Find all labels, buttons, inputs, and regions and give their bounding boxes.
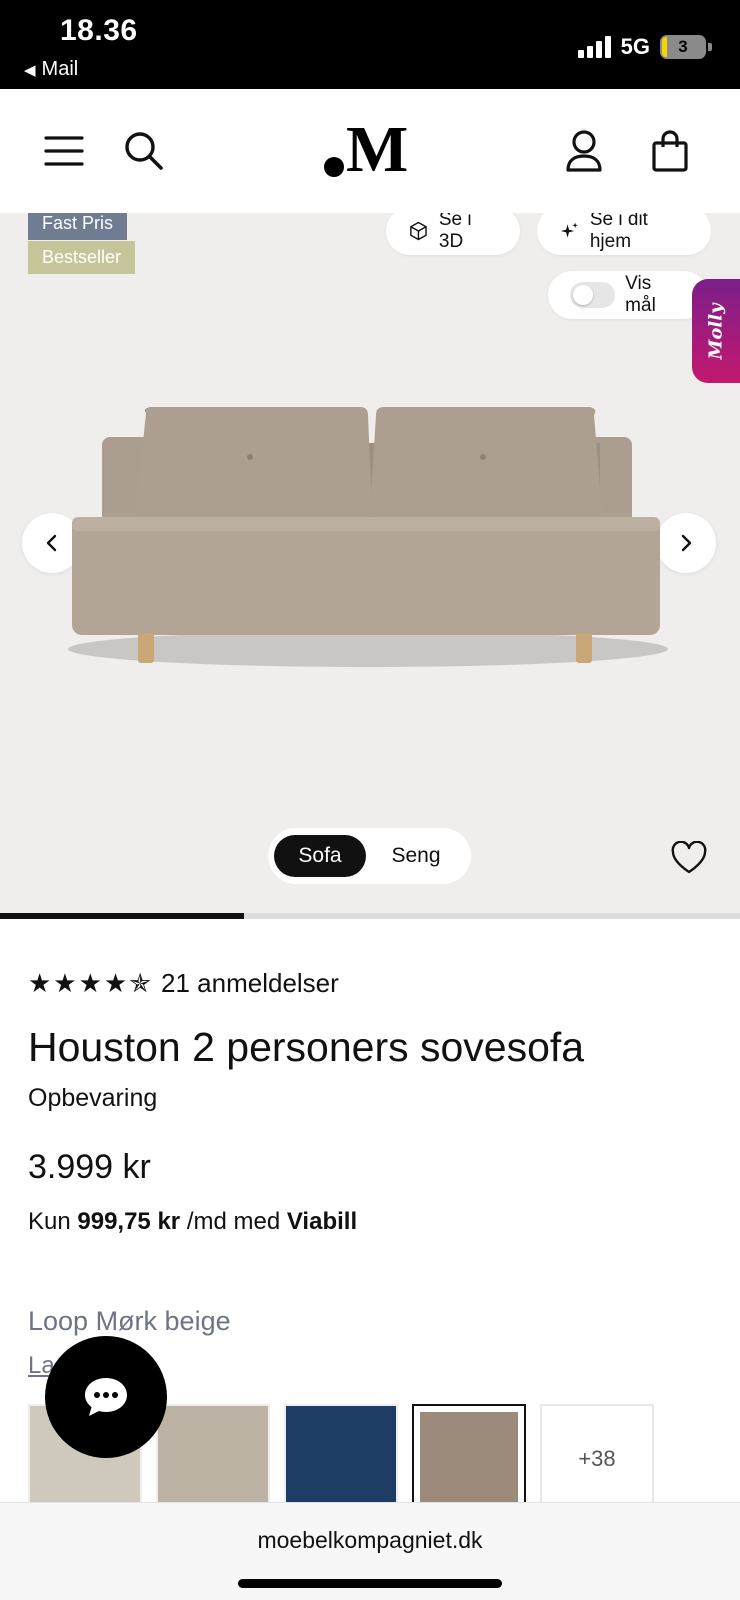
swatch-dark-beige-fill (420, 1412, 518, 1506)
battery-icon: 3 (660, 35, 706, 59)
shopping-bag-icon (652, 130, 688, 172)
segment-sofa[interactable]: Sofa (274, 835, 366, 877)
finance-provider: Viabill (286, 1208, 358, 1235)
segment-bed[interactable]: Seng (372, 835, 460, 877)
sparkle-icon (560, 222, 578, 238)
sofa-bed-view-switch[interactable]: Sofa Seng (268, 828, 471, 884)
product-rating[interactable]: ★★★★✯ 21 anmeldelser (28, 968, 339, 999)
badge-bestseller: Bestseller (28, 241, 136, 274)
swatch-navy-blue[interactable] (284, 1404, 398, 1514)
badge-fast-price: Fast Pris (28, 213, 128, 240)
back-to-mail-link[interactable]: ◀ Mail (24, 58, 78, 81)
show-dimensions-label: Vis mål (625, 273, 656, 316)
swatch-dark-beige-selected[interactable] (412, 1404, 526, 1514)
rating-stars-icon: ★★★★✯ (28, 968, 154, 998)
site-logo[interactable]: M (324, 117, 408, 183)
selected-fabric-name: Loop Mørk beige (28, 1306, 231, 1336)
battery-tip (708, 43, 712, 51)
view-3d-button[interactable]: Se i 3D (386, 213, 520, 255)
show-dimensions-toggle[interactable]: Vis mål (548, 271, 708, 319)
product-title: Houston 2 personers sovesofa (28, 1024, 585, 1070)
gallery-progress-fill (0, 913, 245, 919)
logo-dot (324, 157, 344, 177)
more-swatches-button[interactable]: +38 (540, 1404, 654, 1514)
product-image-sofa (68, 407, 668, 667)
user-icon (566, 130, 602, 172)
heart-icon (671, 840, 707, 874)
finance-middle: /md med (186, 1208, 281, 1235)
site-header: M (0, 89, 740, 213)
search-icon (125, 132, 163, 170)
cart-button[interactable] (648, 129, 692, 173)
molly-label: Molly (705, 302, 727, 360)
financing-info: Kun 999,75 kr /md med Viabill (28, 1208, 357, 1236)
url-text[interactable]: moebelkompagniet.dk (0, 1527, 740, 1554)
swatch-sand[interactable] (156, 1404, 270, 1514)
battery-level: 3 (678, 37, 688, 56)
favorite-button[interactable] (670, 840, 708, 880)
molly-assistant-tab[interactable]: Molly (692, 279, 740, 383)
gallery-progress-bar (0, 913, 740, 919)
home-indicator[interactable] (238, 1579, 502, 1588)
back-triangle-icon: ◀ (24, 61, 36, 79)
browser-address-bar[interactable]: moebelkompagniet.dk (0, 1502, 740, 1600)
view-in-home-button[interactable]: Se i dit hjem (537, 213, 711, 255)
finance-prefix: Kun (28, 1208, 71, 1235)
view-3d-label: Se i 3D (438, 213, 472, 252)
cube-icon (410, 221, 427, 241)
product-subtitle: Opbevaring (28, 1084, 158, 1112)
product-price: 3.999 kr (28, 1148, 151, 1186)
back-app-label: Mail (41, 58, 79, 80)
network-label: 5G (620, 34, 650, 59)
chat-button[interactable] (45, 1336, 167, 1458)
status-indicators: 5G 3 (577, 34, 712, 60)
view-in-home-label: Se i dit hjem (589, 213, 648, 252)
finance-amount: 999,75 kr (77, 1208, 181, 1235)
toggle-switch[interactable] (570, 282, 616, 308)
hamburger-icon (44, 136, 84, 166)
chat-bubble-icon (85, 1378, 127, 1416)
signal-icon (577, 36, 611, 58)
search-button[interactable] (122, 129, 166, 173)
logo-letter: M (346, 113, 409, 186)
reviews-count-link[interactable]: 21 anmeldelser (161, 968, 339, 999)
status-bar: 18.36 ◀ Mail 5G 3 (0, 0, 740, 89)
menu-button[interactable] (42, 129, 86, 173)
product-gallery[interactable]: Fast Pris Bestseller Se i 3D Se i dit hj… (0, 213, 740, 913)
account-button[interactable] (562, 129, 606, 173)
status-time: 18.36 (60, 14, 138, 47)
